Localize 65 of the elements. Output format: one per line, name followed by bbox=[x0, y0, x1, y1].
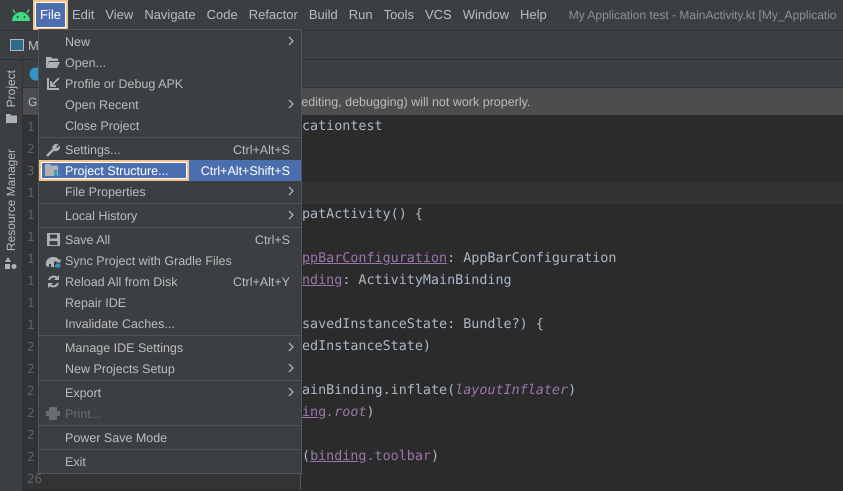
side-tab[interactable]: Project bbox=[4, 68, 18, 110]
menu-item[interactable]: Save All Ctrl+S bbox=[39, 229, 301, 250]
menu-item[interactable]: Power Save Mode bbox=[39, 427, 301, 448]
menu-item[interactable]: Reload All from Disk Ctrl+Alt+Y bbox=[39, 271, 301, 292]
menu-item[interactable]: Exit bbox=[39, 451, 301, 472]
menu-item[interactable]: Tools bbox=[378, 2, 419, 28]
menu-item[interactable]: Profile or Debug APK bbox=[39, 73, 301, 94]
code-text: ainBinding.inflate( bbox=[302, 383, 456, 398]
folder-icon bbox=[6, 113, 16, 124]
arrow-corner-icon bbox=[46, 77, 60, 90]
menu-item[interactable]: Sync Project with Gradle Files bbox=[39, 250, 301, 271]
menu-item[interactable]: Local History bbox=[39, 205, 301, 226]
menu-item[interactable]: Export bbox=[39, 382, 301, 403]
property-name: .toolbar bbox=[366, 449, 431, 464]
notification-text: editing, debugging) will not work properly. bbox=[301, 94, 530, 108]
code-text: ) bbox=[366, 405, 375, 420]
menu-item[interactable]: File Properties bbox=[39, 181, 301, 202]
menu-item[interactable]: Open... bbox=[39, 52, 301, 73]
side-tab[interactable]: Resource Manager bbox=[4, 147, 18, 254]
field-name: binding bbox=[310, 449, 366, 464]
field-name: nding bbox=[302, 273, 342, 288]
project-name[interactable]: M bbox=[28, 38, 39, 52]
menu-item[interactable]: New Projects Setup bbox=[39, 358, 301, 379]
menu-item[interactable]: Edit bbox=[66, 2, 100, 28]
folder-icon bbox=[46, 57, 60, 68]
code-text: ( bbox=[302, 449, 310, 464]
menu-item[interactable]: Invalidate Caches... bbox=[39, 313, 301, 334]
italic-code: layoutInflater bbox=[455, 383, 568, 398]
menu-item[interactable]: Help bbox=[514, 2, 552, 28]
menu-item[interactable]: Project Structure... Ctrl+Alt+Shift+S bbox=[39, 160, 301, 181]
field-name: ing bbox=[302, 405, 326, 420]
field-name: ppBarConfiguration bbox=[302, 251, 448, 266]
menu-item[interactable]: Open Recent bbox=[39, 94, 301, 115]
reload-icon bbox=[46, 275, 60, 288]
printer-icon bbox=[46, 407, 60, 420]
code-text: : AppBarConfiguration bbox=[447, 251, 616, 266]
folder-grid-icon bbox=[45, 164, 61, 177]
menu-item[interactable]: Window bbox=[458, 2, 514, 28]
menu-item[interactable]: VCS bbox=[420, 2, 457, 28]
italic-code: .root bbox=[326, 405, 366, 420]
code-text: : ActivityMainBinding bbox=[342, 273, 512, 288]
menu-item[interactable]: Repair IDE bbox=[39, 292, 301, 313]
menu-item[interactable]: Run bbox=[344, 2, 378, 28]
menu-item[interactable]: Manage IDE Settings bbox=[39, 337, 301, 358]
menu-item[interactable]: Navigate bbox=[139, 2, 201, 28]
code-text: savedInstanceState: Bundle?) { bbox=[302, 317, 544, 332]
code-text: cationtest bbox=[302, 119, 383, 134]
menu-item[interactable]: Refactor bbox=[244, 2, 303, 28]
code-text: ) bbox=[568, 383, 576, 398]
menu-item[interactable]: Close Project bbox=[39, 115, 301, 136]
window-title: My Application test - MainActivity.kt [My_Applicatio bbox=[568, 8, 837, 22]
wrench-icon bbox=[46, 142, 60, 156]
android-icon[interactable] bbox=[11, 9, 31, 21]
menu-item[interactable]: New bbox=[39, 31, 301, 52]
menu-item[interactable]: Build bbox=[304, 2, 343, 28]
code-text: edInstanceState) bbox=[302, 339, 431, 354]
module-icon[interactable] bbox=[10, 39, 24, 51]
menu-item[interactable]: Settings... Ctrl+Alt+S bbox=[39, 139, 301, 160]
menu-item[interactable]: View bbox=[100, 2, 138, 28]
notification-text: G bbox=[28, 94, 38, 108]
shapes-icon bbox=[5, 257, 17, 270]
menu-item[interactable]: Code bbox=[202, 2, 243, 28]
menu-item[interactable]: File bbox=[35, 2, 66, 28]
code-text: ) bbox=[431, 449, 440, 464]
code-text: patActivity() { bbox=[302, 207, 423, 222]
